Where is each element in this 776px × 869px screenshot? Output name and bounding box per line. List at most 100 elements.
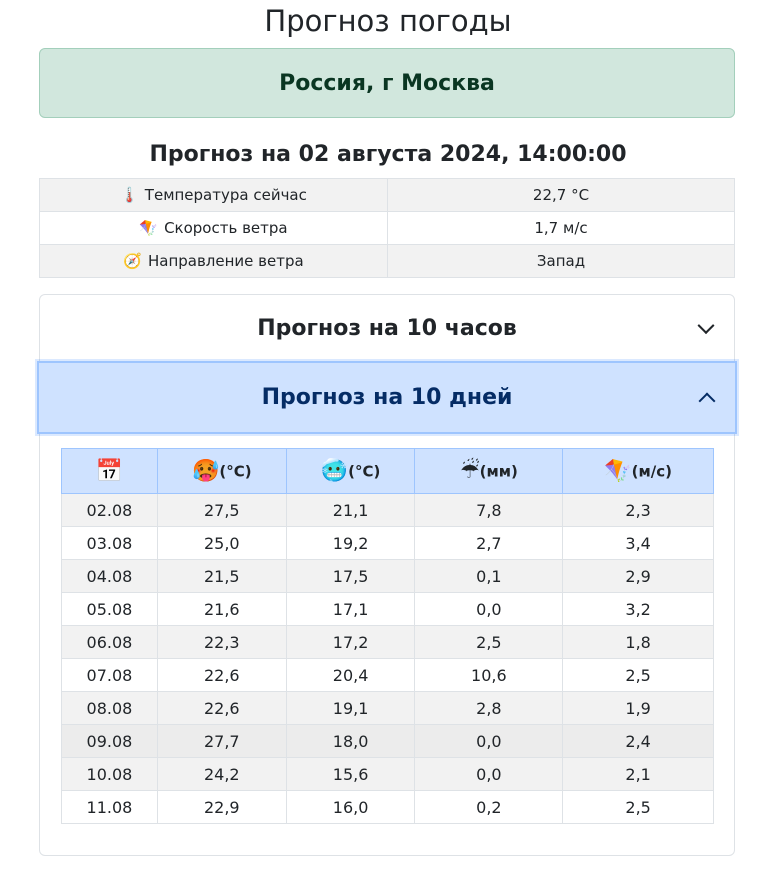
header-unit: (мм)	[479, 462, 518, 480]
header-date: 📅	[61, 448, 158, 494]
chevron-up-icon	[698, 392, 716, 409]
location-banner: Россия, г Москва	[39, 48, 735, 118]
cell-max-temp: 25,0	[156, 526, 287, 560]
current-label: Скорость ветра	[164, 219, 288, 237]
current-label-cell: 🪁 Скорость ветра	[39, 211, 388, 245]
table-row: 11.08 22,9 16,0 0,2 2,5	[61, 790, 714, 824]
cell-date: 02.08	[61, 493, 158, 527]
hot-face-icon: 🥵	[191, 458, 220, 484]
cell-date: 03.08	[61, 526, 158, 560]
accordion-hourly-button[interactable]: Прогноз на 10 часов	[40, 295, 734, 361]
cell-max-temp: 27,7	[156, 724, 287, 758]
cell-max-temp: 24,2	[156, 757, 287, 791]
cell-min-temp: 18,0	[285, 724, 416, 758]
cell-min-temp: 17,1	[285, 592, 416, 626]
cell-max-temp: 22,9	[156, 790, 287, 824]
table-row: 10.08 24,2 15,6 0,0 2,1	[61, 757, 714, 791]
cold-face-icon: 🥶	[320, 458, 349, 484]
cell-precipitation: 2,5	[414, 625, 564, 659]
daily-forecast-table: 📅 🥵(°C) 🥶(°C) ☔(мм) 🪁(м/с) 02.08 27,5 21,1…	[61, 448, 714, 824]
forecast-heading: Прогноз на 02 августа 2024, 14:00:00	[149, 142, 627, 167]
cell-date: 11.08	[61, 790, 158, 824]
current-value: Запад	[387, 244, 735, 278]
cell-wind: 3,2	[562, 592, 714, 626]
cell-min-temp: 20,4	[285, 658, 416, 692]
cell-date: 07.08	[61, 658, 158, 692]
cell-date: 10.08	[61, 757, 158, 791]
calendar-icon: 📅	[95, 458, 124, 484]
cell-date: 06.08	[61, 625, 158, 659]
current-label: Направление ветра	[147, 252, 304, 270]
cell-min-temp: 19,2	[285, 526, 416, 560]
header-unit: (°C)	[348, 462, 381, 480]
cell-date: 05.08	[61, 592, 158, 626]
cell-precipitation: 0,0	[414, 724, 564, 758]
cell-min-temp: 15,6	[285, 757, 416, 791]
cell-precipitation: 0,2	[414, 790, 564, 824]
header-unit: (м/с)	[631, 462, 672, 480]
cell-date: 08.08	[61, 691, 158, 725]
cell-precipitation: 0,0	[414, 757, 564, 791]
cell-max-temp: 21,5	[156, 559, 287, 593]
cell-wind: 2,5	[562, 790, 714, 824]
accordion-hourly-title: Прогноз на 10 часов	[257, 315, 517, 341]
cell-wind: 3,4	[562, 526, 714, 560]
current-label-cell: 🌡️ Температура сейчас	[39, 178, 388, 212]
location-text: Россия, г Москва	[279, 70, 495, 96]
cell-min-temp: 19,1	[285, 691, 416, 725]
cell-wind: 2,5	[562, 658, 714, 692]
chevron-down-icon	[697, 317, 715, 335]
cell-max-temp: 22,6	[156, 658, 287, 692]
cell-min-temp: 21,1	[285, 493, 416, 527]
cell-wind: 1,8	[562, 625, 714, 659]
cell-max-temp: 22,3	[156, 625, 287, 659]
cell-wind: 2,9	[562, 559, 714, 593]
cell-wind: 2,1	[562, 757, 714, 791]
cell-precipitation: 2,8	[414, 691, 564, 725]
table-row: 08.08 22,6 19,1 2,8 1,9	[61, 691, 714, 725]
table-row: 07.08 22,6 20,4 10,6 2,5	[61, 658, 714, 692]
current-label: Температура сейчас	[144, 186, 307, 204]
current-row-wind-speed: 🪁 Скорость ветра 1,7 м/с	[39, 211, 735, 245]
umbrella-rain-icon: ☔	[459, 458, 480, 484]
current-row-wind-direction: 🧭 Направление ветра Запад	[39, 244, 735, 278]
forecast-accordion: Прогноз на 10 часов Прогноз на 10 дней 📅…	[37, 294, 737, 856]
current-value: 22,7 °C	[387, 178, 735, 212]
cell-min-temp: 17,5	[285, 559, 416, 593]
cell-wind: 2,4	[562, 724, 714, 758]
cell-wind: 1,9	[562, 691, 714, 725]
table-row: 05.08 21,6 17,1 0,0 3,2	[61, 592, 714, 626]
daily-table-header-row: 📅 🥵(°C) 🥶(°C) ☔(мм) 🪁(м/с)	[61, 448, 714, 494]
cell-date: 04.08	[61, 559, 158, 593]
header-unit: (°C)	[219, 462, 252, 480]
header-min-temp: 🥶(°C)	[285, 448, 416, 494]
compass-icon: 🧭	[123, 252, 142, 270]
cell-precipitation: 0,0	[414, 592, 564, 626]
kite-icon: 🪁	[604, 458, 632, 484]
current-weather-table: 🌡️ Температура сейчас 22,7 °C 🪁 Скорость в…	[39, 178, 735, 278]
header-max-temp: 🥵(°C)	[156, 448, 287, 494]
current-row-temperature: 🌡️ Температура сейчас 22,7 °C	[39, 178, 735, 212]
table-row: 06.08 22,3 17,2 2,5 1,8	[61, 625, 714, 659]
table-row: 04.08 21,5 17,5 0,1 2,9	[61, 559, 714, 593]
accordion-daily-title: Прогноз на 10 дней	[261, 385, 513, 410]
table-row: 09.08 27,7 18,0 0,0 2,4	[61, 724, 714, 758]
cell-max-temp: 22,6	[156, 691, 287, 725]
cell-precipitation: 10,6	[414, 658, 564, 692]
kite-icon: 🪁	[139, 219, 159, 237]
cell-min-temp: 17,2	[285, 625, 416, 659]
cell-wind: 2,3	[562, 493, 714, 527]
header-precipitation: ☔(мм)	[414, 448, 564, 494]
table-row: 02.08 27,5 21,1 7,8 2,3	[61, 493, 714, 527]
page-title: Прогноз погоды	[264, 4, 512, 38]
cell-date: 09.08	[61, 724, 158, 758]
current-value: 1,7 м/с	[387, 211, 735, 245]
accordion-daily-button[interactable]: Прогноз на 10 дней	[37, 361, 737, 434]
cell-precipitation: 7,8	[414, 493, 564, 527]
cell-max-temp: 27,5	[156, 493, 287, 527]
thermometer-icon: 🌡️	[120, 186, 139, 204]
header-wind: 🪁(м/с)	[562, 448, 714, 494]
cell-precipitation: 2,7	[414, 526, 564, 560]
cell-precipitation: 0,1	[414, 559, 564, 593]
current-label-cell: 🧭 Направление ветра	[39, 244, 388, 278]
